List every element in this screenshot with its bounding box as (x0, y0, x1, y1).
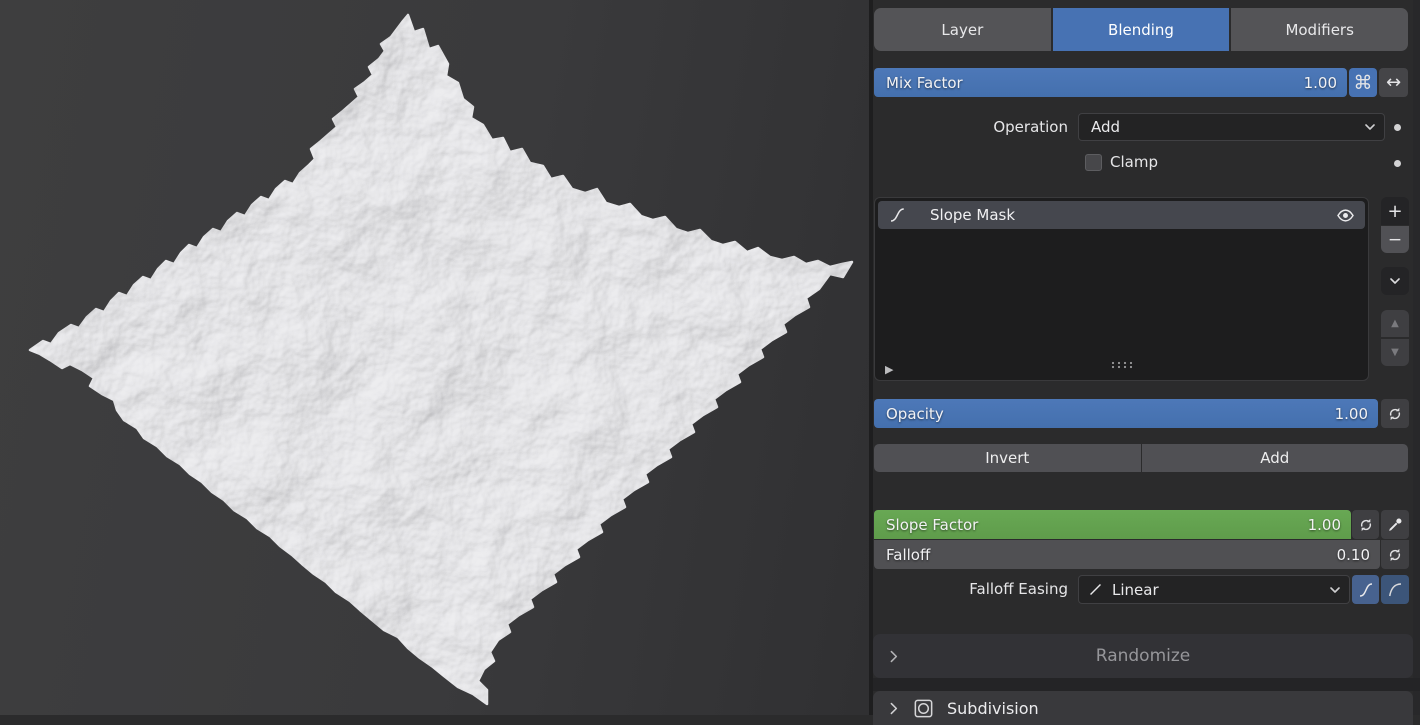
terrain-scene (0, 0, 869, 715)
decorator-dot-operation[interactable] (1394, 124, 1401, 131)
eyedropper-button[interactable] (1381, 510, 1409, 539)
falloff-label: Falloff (886, 546, 930, 564)
chevron-down-icon (1362, 119, 1378, 135)
swap-horizontal-icon: ↔ (1386, 72, 1401, 93)
terrain-mesh (30, 15, 852, 704)
mask-action-buttons: Invert Add (874, 444, 1408, 472)
properties-panel: Layer Blending Modifiers Mix Factor 1.00… (873, 0, 1420, 715)
falloff-easing-value: Linear (1112, 581, 1159, 599)
viewport-3d[interactable] (0, 0, 869, 715)
triangle-down-icon: ▼ (1391, 347, 1399, 358)
triangle-up-icon: ▲ (1391, 318, 1399, 329)
randomize-title: Randomize (873, 646, 1413, 666)
mix-factor-label: Mix Factor (886, 74, 963, 92)
refresh-icon (1386, 546, 1404, 564)
chevron-right-icon (885, 700, 902, 717)
mask-list-item[interactable]: Slope Mask (878, 201, 1365, 229)
falloff-easing-dropdown[interactable]: Linear (1078, 575, 1350, 604)
operation-label: Operation (873, 113, 1068, 141)
plus-icon: + (1387, 201, 1402, 222)
chevron-down-icon (1387, 273, 1403, 289)
tab-bar: Layer Blending Modifiers (874, 8, 1408, 51)
mask-list[interactable]: Slope Mask ▶ (874, 197, 1369, 381)
subsurf-modifier-icon (912, 697, 935, 720)
mix-factor-value: 1.00 (1304, 74, 1337, 92)
tab-modifiers[interactable]: Modifiers (1231, 8, 1408, 51)
add-mask-button[interactable]: + (1381, 197, 1409, 225)
falloff-easing-label: Falloff Easing (873, 575, 1068, 604)
ease-in-out-icon (1357, 581, 1375, 599)
clamp-checkbox[interactable] (1085, 154, 1102, 171)
chevron-down-icon (1327, 582, 1343, 598)
linear-icon (1087, 581, 1104, 598)
slope-factor-label: Slope Factor (886, 516, 978, 534)
curve-icon (888, 206, 906, 224)
opacity-reset-button[interactable] (1381, 399, 1409, 428)
add-button[interactable]: Add (1142, 444, 1409, 472)
minus-icon: − (1388, 230, 1402, 250)
slope-factor-value: 1.00 (1308, 516, 1341, 534)
falloff-value: 0.10 (1337, 546, 1370, 564)
invert-button[interactable]: Invert (874, 444, 1141, 472)
chevron-right-icon (885, 648, 902, 665)
remove-mask-button[interactable]: − (1381, 226, 1409, 253)
opacity-label: Opacity (886, 405, 944, 423)
operation-value: Add (1091, 118, 1120, 136)
move-mask-down-button[interactable]: ▼ (1381, 339, 1409, 366)
mask-item-name: Slope Mask (930, 206, 1015, 224)
ease-in-out-button[interactable] (1352, 575, 1379, 604)
filter-expand-icon[interactable]: ▶ (885, 363, 893, 376)
tab-blending[interactable]: Blending (1053, 8, 1230, 51)
ease-out-icon (1386, 581, 1404, 599)
mask-specials-button[interactable] (1381, 267, 1409, 295)
selection-outline (30, 15, 852, 704)
panel-scroll-edge[interactable] (1413, 0, 1420, 715)
eyedropper-icon (1386, 516, 1404, 534)
slope-factor-slider[interactable]: Slope Factor 1.00 (874, 510, 1351, 539)
opacity-value: 1.00 (1335, 405, 1368, 423)
falloff-slider[interactable]: Falloff 0.10 (874, 540, 1380, 569)
panel-header-subdivision[interactable]: Subdivision (873, 691, 1413, 725)
clamp-label: Clamp (1110, 153, 1158, 171)
ease-out-button[interactable] (1381, 575, 1409, 604)
panel-gap (873, 678, 1420, 691)
refresh-icon (1357, 516, 1375, 534)
operation-dropdown[interactable]: Add (1078, 113, 1385, 141)
panel-header-randomize[interactable]: Randomize (873, 634, 1413, 678)
list-resize-grip[interactable] (1109, 354, 1135, 373)
move-mask-up-button[interactable]: ▲ (1381, 310, 1409, 338)
decorator-dot-clamp[interactable] (1394, 160, 1401, 167)
slope-factor-reset-button[interactable] (1352, 510, 1379, 539)
swap-button[interactable]: ↔ (1379, 68, 1408, 97)
eye-icon[interactable] (1336, 206, 1355, 225)
falloff-reset-button[interactable] (1381, 540, 1409, 569)
extras-button[interactable]: ⌘ (1349, 68, 1377, 97)
tab-layer[interactable]: Layer (874, 8, 1051, 51)
opacity-slider[interactable]: Opacity 1.00 (874, 399, 1378, 428)
mix-factor-slider[interactable]: Mix Factor 1.00 (874, 68, 1347, 97)
command-icon: ⌘ (1354, 72, 1373, 94)
refresh-icon (1386, 405, 1404, 423)
